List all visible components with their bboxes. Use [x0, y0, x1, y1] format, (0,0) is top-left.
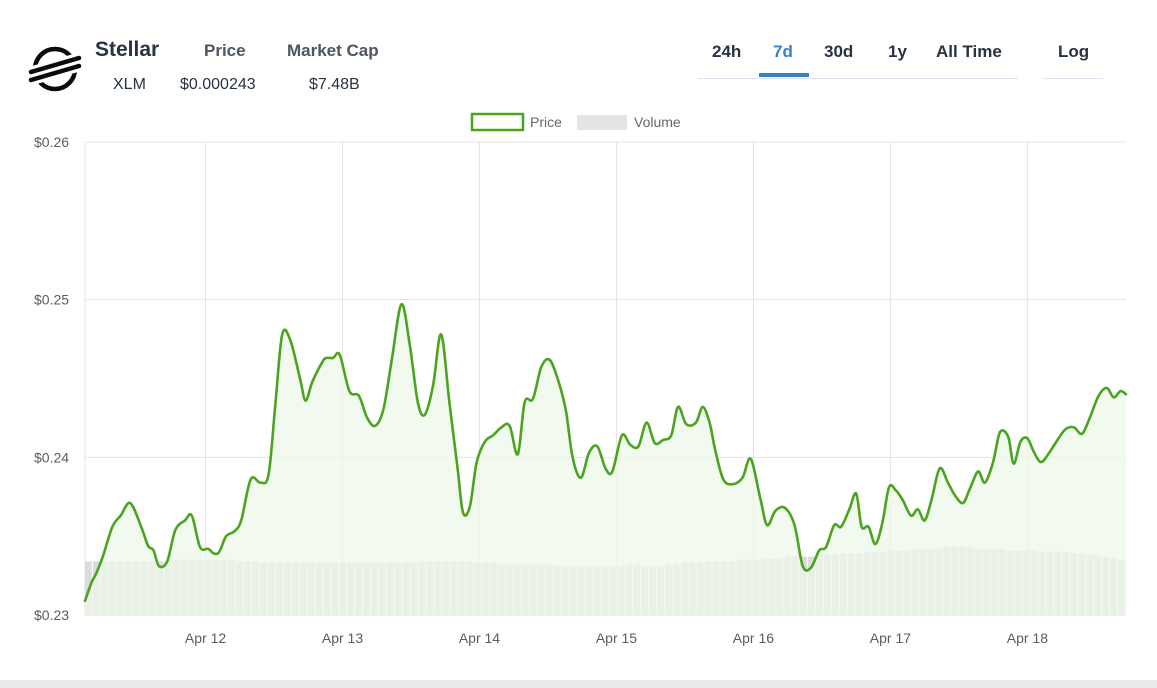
page-footer-strip [0, 680, 1157, 688]
x-tick-label: Apr 15 [596, 630, 637, 646]
y-tick-label: $0.25 [34, 292, 69, 308]
price-chart: $0.26 $0.25 $0.24 $0.23 Apr 12 Apr 13 Apr 14 A… [34, 112, 1128, 646]
x-tick-label: Apr 18 [1007, 630, 1048, 646]
x-tick-label: Apr 17 [870, 630, 911, 646]
x-tick-label: Apr 16 [733, 630, 774, 646]
x-tick-label: Apr 13 [322, 630, 363, 646]
legend-price-label: Price [530, 114, 562, 130]
price-area-fill [85, 304, 1126, 615]
x-tick-label: Apr 14 [459, 630, 500, 646]
x-tick-label: Apr 12 [185, 630, 226, 646]
chart-card: Stellar XLM Price $0.000243 Market Cap $… [0, 0, 1157, 680]
legend-volume-swatch [577, 115, 627, 130]
legend-volume-label: Volume [634, 114, 681, 130]
y-tick-label: $0.23 [34, 607, 69, 623]
y-tick-label: $0.26 [34, 134, 69, 150]
y-tick-label: $0.24 [34, 449, 69, 465]
legend-price-swatch [470, 112, 525, 132]
